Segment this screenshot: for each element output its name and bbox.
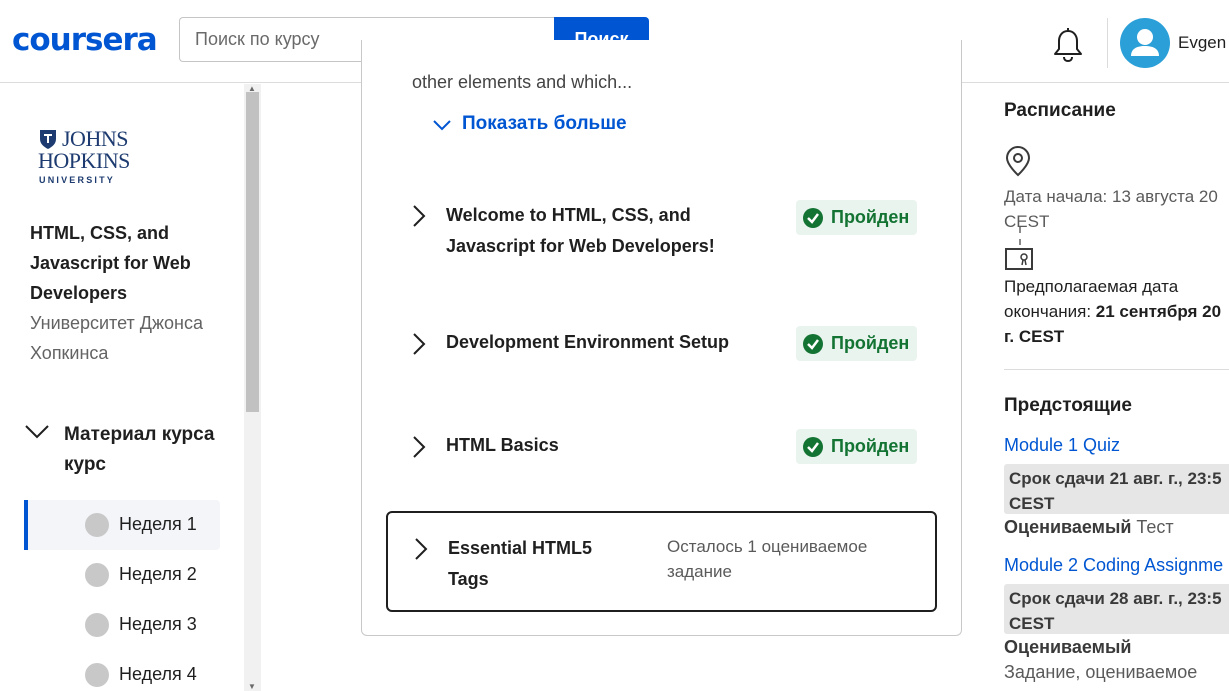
due-date-badge: Срок сдачи 28 авг. г., 23:5 CEST [1004,584,1229,634]
due-date-line1: Срок сдачи 28 авг. г., 23:5 [1009,589,1222,608]
check-circle-icon [803,437,823,457]
end-date-label-2: окончания: [1004,302,1092,321]
status-label: Пройден [831,333,910,353]
course-sidebar: JOHNS HOPKINS UNIVERSITY HTML, CSS, and … [0,84,262,691]
bell-icon[interactable] [1052,27,1084,63]
start-date: Дата начала: 13 августа 20 CEST [1004,184,1229,234]
sidebar-item-week-1[interactable]: Неделя 1 [24,500,220,550]
end-date: Предполагаемая дата окончания: 21 сентяб… [1004,274,1229,349]
assignment-type-label: Задание, оцениваемое [1004,662,1198,682]
check-circle-icon [803,334,823,354]
due-date-line2: CEST [1009,494,1055,513]
module-row-essential-html5[interactable]: Essential HTML5 Tags Осталось 1 оценивае… [386,511,937,612]
partner-line3: UNIVERSITY [39,175,116,185]
status-badge: Пройден [796,200,917,235]
week-status-icon [85,613,109,637]
week-label: Неделя 4 [119,664,197,684]
user-avatar[interactable] [1120,18,1170,68]
chevron-right-icon[interactable] [412,204,426,228]
schedule-title: Расписание [1004,100,1116,121]
module-title: Development Environment Setup [446,332,730,352]
assignment-type: Оцениваемый Задание, оцениваемое [1004,635,1197,685]
start-date-tz: CEST [1004,212,1050,231]
start-date-value: 13 августа 20 [1111,187,1218,206]
module-title: Essential HTML5 Tags [448,538,593,589]
schedule-panel: Расписание Дата начала: 13 августа 20 CE… [1004,84,1229,691]
upcoming-title: Предстоящие [1004,395,1132,416]
chevron-right-icon[interactable] [414,537,428,561]
week-label: Неделя 3 [119,614,197,634]
assignment-type: Оцениваемый Тест [1004,515,1174,540]
week-status-icon [85,513,109,537]
panel-divider [1004,369,1229,370]
graded-label: Оцениваемый [1004,637,1132,657]
module-row-dev-environment[interactable]: Development Environment Setup Пройден [386,326,937,366]
course-organization: Университет Джонса Хопкинса [30,313,203,363]
module-row-html-basics[interactable]: HTML Basics Пройден [386,429,937,469]
chevron-down-icon [433,120,451,131]
due-date-badge: Срок сдачи 21 авг. г., 23:5 CEST [1004,464,1229,514]
course-title[interactable]: HTML, CSS, and Javascript for Web Develo… [30,218,220,308]
week-status-icon [85,663,109,687]
chevron-down-icon[interactable] [24,424,50,440]
sidebar-item-week-4[interactable]: Неделя 4 [24,650,220,691]
check-circle-icon [803,208,823,228]
status-badge: Пройден [796,326,917,361]
certificate-icon [1005,248,1033,270]
module-title: Welcome to HTML, CSS, and Javascript for… [446,205,715,256]
end-date-value: 21 сентября 20 [1095,302,1222,321]
coursera-logo[interactable]: coursera [12,22,158,58]
graded-label: Оцениваемый [1004,517,1132,537]
user-name[interactable]: Evgen [1178,33,1226,53]
chevron-right-icon[interactable] [412,332,426,356]
scrollbar-thumb[interactable] [246,92,259,412]
assignment-type-label: Тест [1136,517,1174,537]
week-label: Неделя 1 [119,514,197,534]
header-divider [1107,18,1108,68]
end-date-label-1: Предполагаемая дата [1004,277,1179,296]
description-text: other elements and which... [412,72,633,92]
due-date-line2: CEST [1009,614,1055,633]
status-badge: Пройден [796,429,917,464]
week-label: Неделя 2 [119,564,197,584]
show-more-label: Показать больше [462,113,627,134]
due-date-line1: Срок сдачи 21 авг. г., 23:5 [1009,469,1222,488]
location-pin-icon [1005,145,1031,177]
upcoming-link-module-1-quiz[interactable]: Module 1 Quiz [1004,435,1120,456]
jhu-shield-icon [40,130,56,149]
end-date-value-2: г. CEST [1004,327,1065,346]
module-row-welcome[interactable]: Welcome to HTML, CSS, and Javascript for… [386,198,937,278]
course-materials-toggle[interactable]: Материал курса курс [64,420,234,480]
module-title: HTML Basics [446,435,559,455]
start-date-label: Дата начала: [1004,187,1108,206]
sidebar-item-week-3[interactable]: Неделя 3 [24,600,220,650]
partner-line2: HOPKINS [38,148,130,173]
status-label: Пройден [831,436,910,456]
sidebar-item-week-2[interactable]: Неделя 2 [24,550,220,600]
timeline-connector [1019,227,1021,245]
chevron-right-icon[interactable] [412,435,426,459]
remaining-assignments: Осталось 1 оцениваемое задание [667,537,868,581]
sidebar-scrollbar[interactable]: ▲ ▼ [244,84,261,691]
week-status-icon [85,563,109,587]
jhu-logo: JOHNS HOPKINS UNIVERSITY [38,126,148,186]
upcoming-link-module-2-coding[interactable]: Module 2 Coding Assignme [1004,555,1223,576]
status-label: Пройден [831,207,910,227]
scroll-down-icon[interactable]: ▼ [248,682,256,691]
